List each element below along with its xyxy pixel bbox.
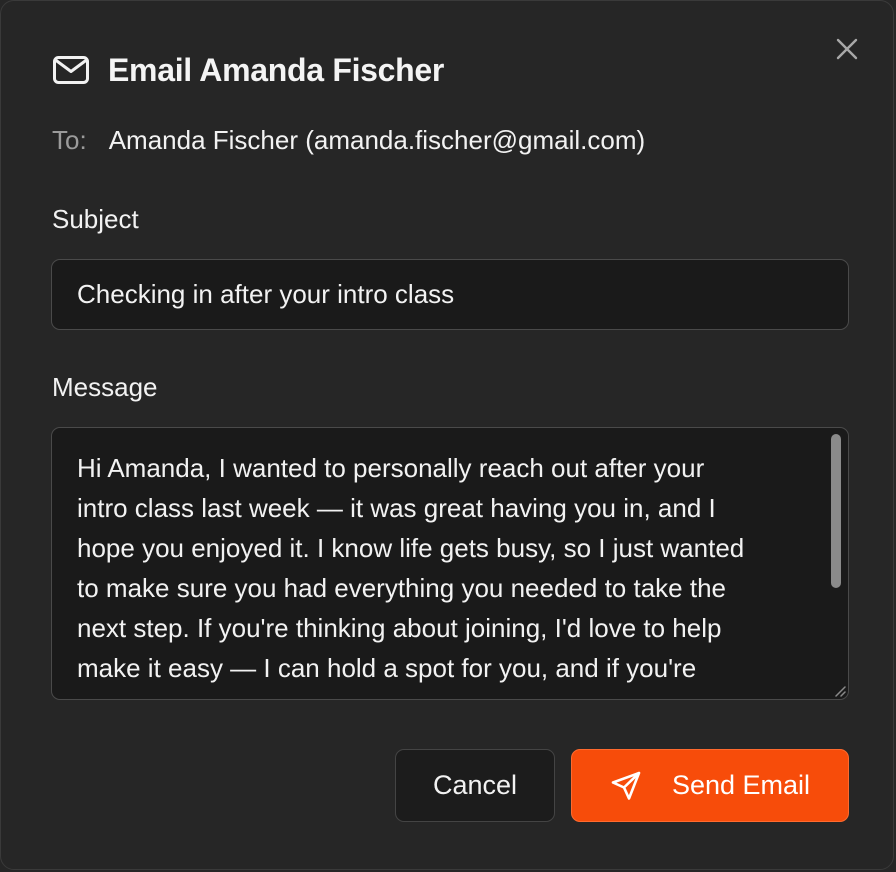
recipient-row: To: Amanda Fischer (amanda.fischer@gmail… xyxy=(52,125,645,156)
recipient-value: Amanda Fischer (amanda.fischer@gmail.com… xyxy=(108,125,646,155)
close-icon xyxy=(836,38,858,60)
message-line: hope you enjoyed it. I know life gets bu… xyxy=(77,533,745,563)
message-line: make it easy — I can hold a spot for you… xyxy=(77,653,697,683)
message-text: Hi Amanda, I wanted to personally reach … xyxy=(77,448,823,688)
scrollbar-thumb[interactable] xyxy=(831,434,841,588)
message-line: intro class last week — it was great hav… xyxy=(77,493,716,523)
email-dialog: Email Amanda Fischer To: Amanda Fischer … xyxy=(0,0,894,870)
mail-icon xyxy=(52,51,90,89)
message-line: Hi Amanda, I wanted to personally reach … xyxy=(77,453,705,483)
message-textarea[interactable]: Hi Amanda, I wanted to personally reach … xyxy=(51,427,849,700)
dialog-title: Email Amanda Fischer xyxy=(108,51,445,88)
message-line: to make sure you had everything you need… xyxy=(77,573,726,603)
cancel-button-label: Cancel xyxy=(432,770,518,800)
resize-handle-icon[interactable] xyxy=(832,683,846,697)
recipient-label: To: xyxy=(52,125,87,155)
subject-input[interactable]: Checking in after your intro class xyxy=(51,259,849,330)
send-button-label: Send Email xyxy=(671,770,811,800)
send-icon xyxy=(610,770,642,802)
cancel-button[interactable]: Cancel xyxy=(395,749,555,822)
subject-value: Checking in after your intro class xyxy=(77,279,455,309)
close-button[interactable] xyxy=(829,31,865,67)
message-line: next step. If you're thinking about join… xyxy=(77,613,722,643)
send-email-button[interactable]: Send Email xyxy=(571,749,849,822)
message-label: Message xyxy=(52,372,158,402)
dialog-header: Email Amanda Fischer xyxy=(52,51,444,89)
subject-label: Subject xyxy=(52,204,139,234)
